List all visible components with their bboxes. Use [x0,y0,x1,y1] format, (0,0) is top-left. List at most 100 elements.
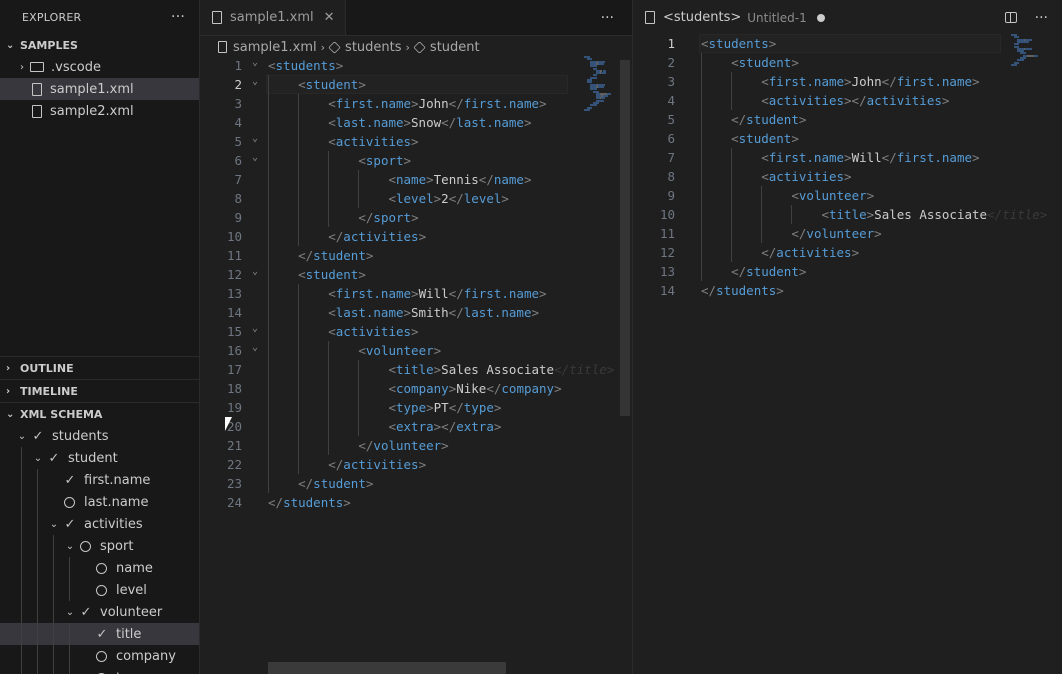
schema-node[interactable]: level [0,579,199,601]
file-item[interactable]: sample2.xml [0,100,199,122]
xml-punctuation: </ [486,381,502,396]
check-icon: ✓ [48,450,60,466]
xml-punctuation: < [358,343,366,358]
more-actions-button[interactable]: ··· [1035,10,1048,26]
code-text: <volunteer> [358,341,441,360]
indent-guide [358,417,360,436]
xml-tag-name: title [396,362,434,377]
schema-node[interactable]: ✓ first.name [0,469,199,491]
code-text: <title>Sales Associate</title> [388,360,614,379]
xml-text: Sales Associate [441,362,555,377]
breadcrumb-item[interactable]: student [430,40,480,55]
indent-guide [298,208,300,227]
more-actions-button[interactable]: ··· [601,10,614,26]
xml-tag-name: first.name [335,286,412,301]
xml-punctuation: < [821,207,829,222]
indent-guide [37,667,38,674]
schema-node[interactable]: ⌄ ✓ student [0,447,199,469]
schema-node[interactable]: ✓ title [0,623,199,645]
xml-tag-name: first.name [896,150,972,165]
line-number: 22 [226,457,242,472]
xml-tag-name: activities [768,93,845,108]
fold-chevron-icon[interactable]: ⌄ [252,148,258,167]
tab-sample1-xml[interactable]: sample1.xml ✕ [200,0,346,35]
fold-chevron-icon[interactable]: ⌄ [252,53,258,72]
schema-node[interactable]: last.name [0,491,199,513]
indent-guide [21,535,22,557]
breadcrumb-item[interactable]: sample1.xml [233,40,317,55]
minimap[interactable] [584,56,620,116]
indent-guide [358,360,360,379]
code-text: <company>Nike</company> [388,379,561,398]
xml-tag-name: sport [365,153,404,168]
breadcrumb-item[interactable]: students [345,40,401,55]
xml-punctuation: > [426,172,434,187]
split-editor-icon[interactable] [1004,12,1017,23]
xml-punctuation: > [866,188,875,203]
code-editor[interactable]: 1 <students> 2 <student> 3 <first.name>John</… [633,34,1062,634]
schema-node[interactable]: name [0,557,199,579]
xml-punctuation: > [403,305,412,320]
code-text: </activities> [328,455,426,474]
indent-guide [21,645,22,667]
schema-node-label: level [116,582,147,598]
schema-node[interactable]: ⌄ sport [0,535,199,557]
xml-punctuation: < [328,286,336,301]
xml-punctuation: </ [358,438,374,453]
minimap-mark [1015,63,1017,66]
fold-chevron-icon[interactable]: ⌄ [252,319,258,338]
xml-tag-name: students [283,495,344,510]
samples-section-header[interactable]: ⌄ SAMPLES [0,34,199,56]
outline-section-header[interactable]: › OUTLINE [0,356,199,379]
xml-punctuation: < [761,169,769,184]
indent-guide [358,379,360,398]
fold-chevron-icon[interactable]: ⌄ [252,262,258,281]
code-text: </student> [298,246,373,265]
code-line: 11 </volunteer> [633,224,1062,243]
schema-node[interactable]: company [0,645,199,667]
unsaved-dot-icon[interactable] [816,13,825,22]
schema-node[interactable]: type [0,667,199,674]
code-text: <type>PT</type> [388,398,501,417]
indent-guide [268,284,269,303]
file-item[interactable]: sample1.xml [0,78,199,100]
vertical-scrollbar[interactable] [620,60,630,416]
indent-guide [21,601,22,623]
code-editor[interactable]: 1 ⌄ <students> 2 ⌄ <student> 3 <first.name>John… [200,56,632,656]
indent-guide [701,186,702,205]
xml-punctuation: < [328,324,336,339]
indent-guide [21,447,22,469]
code-line: 9 <volunteer> [633,186,1062,205]
tab-untitled-1[interactable]: <students> Untitled-1 [633,0,835,35]
xml-punctuation: > [493,400,502,415]
explorer-more-button[interactable]: ··· [171,9,185,25]
indent-guide [69,579,70,601]
check-icon: ✓ [32,428,44,444]
close-icon[interactable]: ✕ [324,10,335,25]
indent-guide [358,170,360,189]
code-text: <activities> [328,132,418,151]
xml-punctuation: </ [731,264,747,279]
xml-schema-section-header[interactable]: ⌄ XML SCHEMA [0,402,199,425]
schema-node[interactable]: ⌄ ✓ activities [0,513,199,535]
horizontal-scrollbar[interactable] [268,662,506,674]
fold-chevron-icon[interactable]: ⌄ [252,338,258,357]
indent-guide [37,469,38,491]
file-item[interactable]: › .vscode [0,56,199,78]
xml-punctuation: < [328,305,336,320]
xml-punctuation: < [388,419,396,434]
schema-node[interactable]: ⌄ ✓ volunteer [0,601,199,623]
indent-guide [731,91,733,110]
xml-tag-name: type [396,400,427,415]
xml-tag-name: first.name [896,74,972,89]
timeline-section-header[interactable]: › TIMELINE [0,379,199,402]
xml-punctuation: < [358,153,366,168]
minimap[interactable] [1011,34,1051,74]
schema-node[interactable]: ⌄ ✓ students [0,425,199,447]
code-line: 14 <last.name>Smith</last.name> [200,303,632,322]
xml-punctuation: </ [268,495,284,510]
indent-guide [701,148,702,167]
fold-chevron-icon[interactable]: ⌄ [252,72,258,91]
fold-chevron-icon[interactable]: ⌄ [252,129,258,148]
circle-icon [64,496,75,508]
